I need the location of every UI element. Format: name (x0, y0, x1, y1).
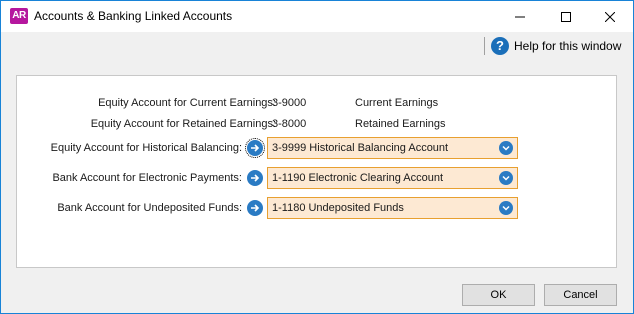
help-label: Help for this window (514, 39, 622, 53)
electronic-payments-zoom-arrow[interactable] (247, 170, 263, 186)
arrow-right-icon (251, 144, 260, 152)
undeposited-funds-zoom-arrow[interactable] (247, 200, 263, 216)
undeposited-funds-select[interactable]: 1-1180 Undeposited Funds (267, 197, 518, 219)
chevron-down-icon[interactable] (499, 171, 513, 185)
help-icon: ? (491, 37, 509, 55)
arrow-right-icon (251, 204, 260, 212)
close-button[interactable] (587, 1, 633, 32)
undeposited-funds-value: 1-1180 Undeposited Funds (272, 202, 404, 214)
current-earnings-name: Current Earnings (355, 97, 439, 109)
toolbar-divider (484, 37, 485, 55)
cancel-button[interactable]: Cancel (544, 284, 617, 306)
electronic-payments-value: 1-1190 Electronic Clearing Account (272, 172, 444, 184)
close-icon (605, 11, 615, 22)
chevron-down-icon[interactable] (499, 141, 513, 155)
help-toolbar: ? Help for this window (1, 32, 633, 59)
undeposited-funds-label: Bank Account for Undeposited Funds: (57, 202, 242, 214)
maximize-icon (561, 11, 571, 22)
maximize-button[interactable] (543, 1, 589, 32)
historical-balancing-value: 3-9999 Historical Balancing Account (272, 142, 449, 154)
minimize-icon (515, 16, 525, 17)
help-button[interactable]: ? Help for this window (491, 36, 621, 56)
chevron-down-icon[interactable] (499, 201, 513, 215)
historical-balancing-zoom-arrow[interactable] (245, 138, 265, 158)
historical-balancing-label: Equity Account for Historical Balancing: (50, 142, 242, 154)
current-earnings-label: Equity Account for Current Earnings: (98, 97, 276, 109)
historical-balancing-select[interactable]: 3-9999 Historical Balancing Account (267, 137, 518, 159)
app-icon: AR (10, 8, 28, 24)
arrow-right-icon (251, 174, 260, 182)
current-earnings-number: 3-9000 (272, 97, 307, 109)
window-title: Accounts & Banking Linked Accounts (34, 9, 233, 23)
retained-earnings-number: 3-8000 (272, 118, 307, 130)
retained-earnings-label: Equity Account for Retained Earnings: (90, 118, 276, 130)
ok-button[interactable]: OK (462, 284, 535, 306)
electronic-payments-select[interactable]: 1-1190 Electronic Clearing Account (267, 167, 518, 189)
minimize-button[interactable] (497, 1, 543, 32)
linked-accounts-panel: Equity Account for Current Earnings: 3-9… (16, 75, 617, 268)
title-bar[interactable]: AR Accounts & Banking Linked Accounts (1, 1, 633, 32)
electronic-payments-label: Bank Account for Electronic Payments: (52, 172, 242, 184)
retained-earnings-name: Retained Earnings (355, 118, 446, 130)
dialog-window: AR Accounts & Banking Linked Accounts ? … (0, 0, 634, 314)
